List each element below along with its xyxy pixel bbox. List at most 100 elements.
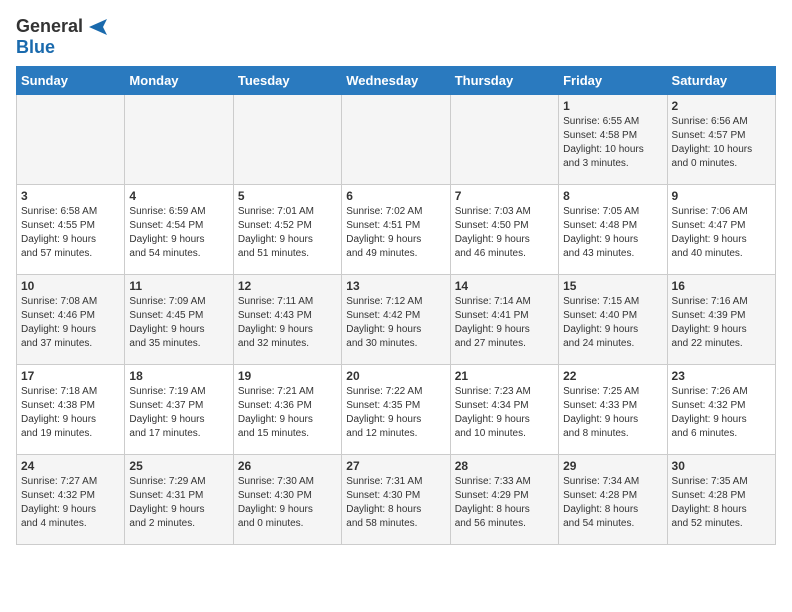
day-info: Sunrise: 6:55 AM Sunset: 4:58 PM Dayligh… <box>563 115 662 171</box>
calendar-cell: 29 Sunrise: 7:34 AM Sunset: 4:28 PM Dayli… <box>559 455 667 545</box>
day-info: Sunrise: 7:19 AM Sunset: 4:37 PM Dayligh… <box>129 385 228 441</box>
day-info: Sunrise: 7:25 AM Sunset: 4:33 PM Dayligh… <box>563 385 662 441</box>
calendar-cell: 23Sunrise: 7:26 AM Sunset: 4:32 PM Dayli… <box>667 365 775 455</box>
day-number: 28 <box>455 459 554 473</box>
day-info: Sunrise: 7:12 AM Sunset: 4:42 PM Dayligh… <box>346 295 445 351</box>
day-number: 19 <box>238 369 337 383</box>
day-number: 25 <box>129 459 228 473</box>
day-number: 14 <box>455 279 554 293</box>
day-info: Sunrise: 6:58 AM Sunset: 4:55 PM Dayligh… <box>21 205 120 261</box>
calendar-cell: 10 Sunrise: 7:08 AM Sunset: 4:46 PM Dayli… <box>17 275 125 365</box>
day-info: Sunrise: 7:22 AM Sunset: 4:35 PM Dayligh… <box>346 385 445 441</box>
logo-bird-icon <box>85 19 107 35</box>
day-info: Sunrise: 7:26 AM Sunset: 4:32 PM Dayligh… <box>672 385 771 441</box>
calendar-cell: 22 Sunrise: 7:25 AM Sunset: 4:33 PM Dayli… <box>559 365 667 455</box>
calendar-cell: 6 Sunrise: 7:02 AM Sunset: 4:51 PM Daylig… <box>342 185 450 275</box>
day-info: Sunrise: 7:30 AM Sunset: 4:30 PM Dayligh… <box>238 475 337 531</box>
page-header: General Blue <box>16 16 776 58</box>
calendar-cell: 14 Sunrise: 7:14 AM Sunset: 4:41 PM Dayli… <box>450 275 558 365</box>
day-info: Sunrise: 7:03 AM Sunset: 4:50 PM Dayligh… <box>455 205 554 261</box>
calendar-week-3: 10 Sunrise: 7:08 AM Sunset: 4:46 PM Dayli… <box>17 275 776 365</box>
weekday-header-thursday: Thursday <box>450 67 558 95</box>
calendar-cell: 21 Sunrise: 7:23 AM Sunset: 4:34 PM Dayli… <box>450 365 558 455</box>
day-number: 22 <box>563 369 662 383</box>
day-number: 2 <box>672 99 771 113</box>
calendar-cell: 12 Sunrise: 7:11 AM Sunset: 4:43 PM Dayli… <box>233 275 341 365</box>
calendar-cell <box>125 95 233 185</box>
calendar-week-1: 1Sunrise: 6:55 AM Sunset: 4:58 PM Daylig… <box>17 95 776 185</box>
calendar-cell: 27Sunrise: 7:31 AM Sunset: 4:30 PM Dayli… <box>342 455 450 545</box>
calendar-cell <box>342 95 450 185</box>
day-number: 18 <box>129 369 228 383</box>
calendar-cell: 3 Sunrise: 6:58 AM Sunset: 4:55 PM Daylig… <box>17 185 125 275</box>
day-number: 21 <box>455 369 554 383</box>
day-number: 12 <box>238 279 337 293</box>
logo-general: General <box>16 16 83 37</box>
calendar-cell <box>233 95 341 185</box>
day-number: 26 <box>238 459 337 473</box>
day-number: 11 <box>129 279 228 293</box>
calendar-week-5: 24 Sunrise: 7:27 AM Sunset: 4:32 PM Dayli… <box>17 455 776 545</box>
calendar-cell <box>17 95 125 185</box>
day-info: Sunrise: 7:01 AM Sunset: 4:52 PM Dayligh… <box>238 205 337 261</box>
calendar-cell: 28 Sunrise: 7:33 AM Sunset: 4:29 PM Dayli… <box>450 455 558 545</box>
calendar-cell: 19 Sunrise: 7:21 AM Sunset: 4:36 PM Dayli… <box>233 365 341 455</box>
calendar-cell: 13 Sunrise: 7:12 AM Sunset: 4:42 PM Dayli… <box>342 275 450 365</box>
calendar: SundayMondayTuesdayWednesdayThursdayFrid… <box>16 66 776 545</box>
day-number: 15 <box>563 279 662 293</box>
calendar-cell: 4 Sunrise: 6:59 AM Sunset: 4:54 PM Daylig… <box>125 185 233 275</box>
day-number: 20 <box>346 369 445 383</box>
calendar-cell: 25Sunrise: 7:29 AM Sunset: 4:31 PM Dayli… <box>125 455 233 545</box>
weekday-header-saturday: Saturday <box>667 67 775 95</box>
calendar-cell: 7 Sunrise: 7:03 AM Sunset: 4:50 PM Daylig… <box>450 185 558 275</box>
weekday-header-friday: Friday <box>559 67 667 95</box>
day-info: Sunrise: 7:14 AM Sunset: 4:41 PM Dayligh… <box>455 295 554 351</box>
calendar-cell: 30Sunrise: 7:35 AM Sunset: 4:28 PM Dayli… <box>667 455 775 545</box>
weekday-header-wednesday: Wednesday <box>342 67 450 95</box>
calendar-cell: 15 Sunrise: 7:15 AM Sunset: 4:40 PM Dayli… <box>559 275 667 365</box>
calendar-cell: 17 Sunrise: 7:18 AM Sunset: 4:38 PM Dayli… <box>17 365 125 455</box>
weekday-header-row: SundayMondayTuesdayWednesdayThursdayFrid… <box>17 67 776 95</box>
day-info: Sunrise: 7:11 AM Sunset: 4:43 PM Dayligh… <box>238 295 337 351</box>
day-number: 30 <box>672 459 771 473</box>
day-info: Sunrise: 7:23 AM Sunset: 4:34 PM Dayligh… <box>455 385 554 441</box>
day-info: Sunrise: 7:18 AM Sunset: 4:38 PM Dayligh… <box>21 385 120 441</box>
day-number: 9 <box>672 189 771 203</box>
day-number: 7 <box>455 189 554 203</box>
calendar-cell: 5 Sunrise: 7:01 AM Sunset: 4:52 PM Daylig… <box>233 185 341 275</box>
day-info: Sunrise: 7:27 AM Sunset: 4:32 PM Dayligh… <box>21 475 120 531</box>
calendar-cell <box>450 95 558 185</box>
logo: General Blue <box>16 16 107 58</box>
day-number: 6 <box>346 189 445 203</box>
calendar-cell: 24 Sunrise: 7:27 AM Sunset: 4:32 PM Dayli… <box>17 455 125 545</box>
calendar-week-4: 17 Sunrise: 7:18 AM Sunset: 4:38 PM Dayli… <box>17 365 776 455</box>
day-number: 4 <box>129 189 228 203</box>
day-number: 8 <box>563 189 662 203</box>
day-info: Sunrise: 6:59 AM Sunset: 4:54 PM Dayligh… <box>129 205 228 261</box>
day-number: 10 <box>21 279 120 293</box>
day-info: Sunrise: 7:15 AM Sunset: 4:40 PM Dayligh… <box>563 295 662 351</box>
day-info: Sunrise: 7:05 AM Sunset: 4:48 PM Dayligh… <box>563 205 662 261</box>
day-number: 29 <box>563 459 662 473</box>
weekday-header-tuesday: Tuesday <box>233 67 341 95</box>
calendar-week-2: 3 Sunrise: 6:58 AM Sunset: 4:55 PM Daylig… <box>17 185 776 275</box>
day-number: 17 <box>21 369 120 383</box>
day-number: 5 <box>238 189 337 203</box>
day-info: Sunrise: 7:02 AM Sunset: 4:51 PM Dayligh… <box>346 205 445 261</box>
day-number: 13 <box>346 279 445 293</box>
logo-blue: Blue <box>16 37 55 58</box>
day-number: 24 <box>21 459 120 473</box>
calendar-cell: 8 Sunrise: 7:05 AM Sunset: 4:48 PM Daylig… <box>559 185 667 275</box>
day-info: Sunrise: 7:21 AM Sunset: 4:36 PM Dayligh… <box>238 385 337 441</box>
day-info: Sunrise: 7:34 AM Sunset: 4:28 PM Dayligh… <box>563 475 662 531</box>
day-info: Sunrise: 7:08 AM Sunset: 4:46 PM Dayligh… <box>21 295 120 351</box>
calendar-cell: 16 Sunrise: 7:16 AM Sunset: 4:39 PM Dayli… <box>667 275 775 365</box>
day-number: 27 <box>346 459 445 473</box>
day-number: 16 <box>672 279 771 293</box>
weekday-header-monday: Monday <box>125 67 233 95</box>
day-number: 3 <box>21 189 120 203</box>
calendar-cell: 9Sunrise: 7:06 AM Sunset: 4:47 PM Daylig… <box>667 185 775 275</box>
day-info: Sunrise: 7:16 AM Sunset: 4:39 PM Dayligh… <box>672 295 771 351</box>
calendar-cell: 26 Sunrise: 7:30 AM Sunset: 4:30 PM Dayli… <box>233 455 341 545</box>
day-info: Sunrise: 7:33 AM Sunset: 4:29 PM Dayligh… <box>455 475 554 531</box>
